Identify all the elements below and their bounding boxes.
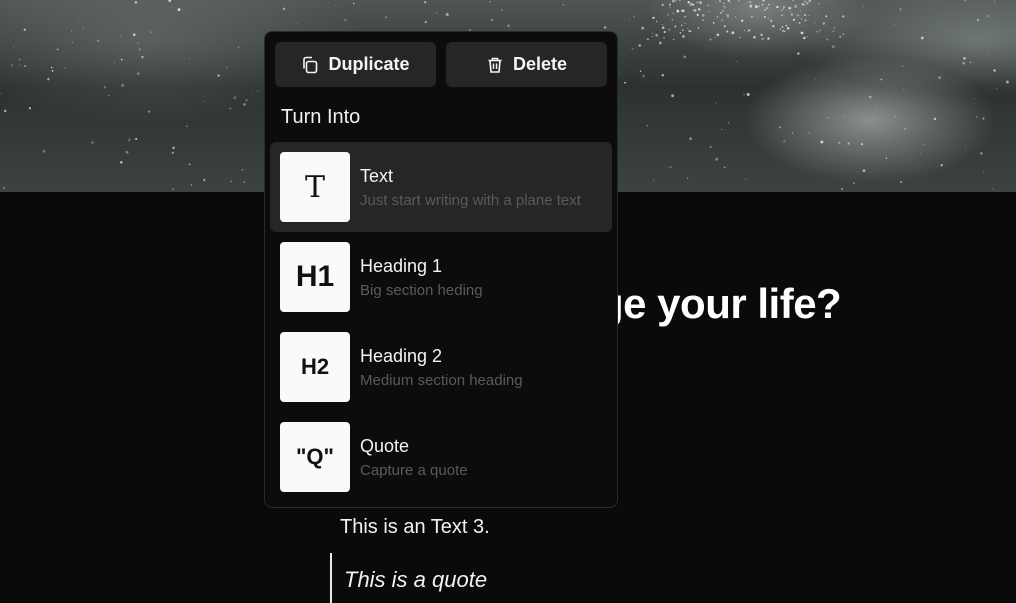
quote-text: This is a quote [344,567,488,592]
turn-into-label: Turn Into [281,106,361,128]
block-action-menu: Duplicate Delete Turn Into T Text Just s… [264,31,618,508]
turn-into-text-option[interactable]: T Text Just start writing with a plane t… [270,142,612,232]
page-heading: ge your life? [598,280,842,327]
turn-into-quote-option[interactable]: "Q" Quote Capture a quote [270,412,612,502]
heading2-type-icon: H2 [280,332,350,402]
option-description: Capture a quote [360,462,468,479]
option-title: Text [360,166,394,186]
copy-icon [303,56,318,73]
option-title: Quote [360,436,410,456]
trash-icon [488,57,502,73]
text-block[interactable]: This is an Text 3. [340,516,490,539]
option-title: Heading 2 [360,346,443,366]
turn-into-heading2-option[interactable]: H2 Heading 2 Medium section heading [270,322,612,412]
delete-label: Delete [512,54,568,74]
quote-block[interactable]: This is a quote [330,553,630,603]
quote-type-icon: "Q" [280,422,350,492]
duplicate-label: Duplicate [328,54,410,74]
heading1-type-icon: H1 [280,242,350,312]
text-type-icon: T [280,152,350,222]
option-description: Medium section heading [360,372,523,389]
turn-into-heading1-option[interactable]: H1 Heading 1 Big section heding [270,232,612,322]
delete-button[interactable]: Delete [446,42,607,87]
option-description: Just start writing with a plane text [360,192,581,209]
duplicate-button[interactable]: Duplicate [275,42,436,87]
option-title: Heading 1 [360,256,443,276]
option-description: Big section heding [360,282,483,299]
